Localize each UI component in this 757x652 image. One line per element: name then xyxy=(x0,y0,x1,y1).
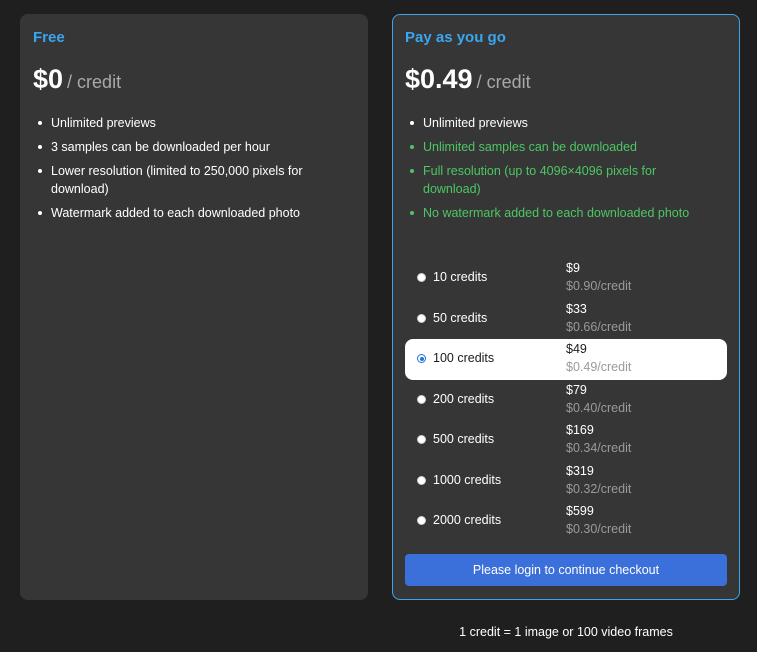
credit-option-price: $79 xyxy=(566,382,587,397)
credit-option-2000[interactable]: 2000 credits $599 $0.30/credit xyxy=(405,501,727,542)
free-feature-item: 3 samples can be downloaded per hour xyxy=(33,138,343,156)
radio-button[interactable] xyxy=(417,516,426,525)
payg-feature-list: Unlimited previews Unlimited samples can… xyxy=(405,114,715,228)
credit-option-per-credit: $0.34/credit xyxy=(566,441,632,455)
payg-price-unit: / credit xyxy=(476,72,531,92)
checkout-button[interactable]: Please login to continue checkout xyxy=(405,554,727,586)
credit-option-per-credit: $0.30/credit xyxy=(566,522,632,536)
credit-option-price: $9 xyxy=(566,261,580,275)
radio-button[interactable] xyxy=(417,313,426,323)
credit-option-per-credit: $0.32/credit xyxy=(566,481,632,496)
radio-button[interactable] xyxy=(417,435,426,444)
credit-option-label: 10 credits xyxy=(433,270,488,284)
free-price-amount: $0 xyxy=(33,64,64,94)
free-plan-card: Free $0/ credit Unlimited previews 3 sam… xyxy=(20,14,368,600)
credit-option-1000[interactable]: 1000 credits $319 $0.32/credit xyxy=(405,461,727,502)
radio-button[interactable] xyxy=(417,273,426,282)
credit-option-per-credit: $0.90/credit xyxy=(566,279,632,293)
credit-option-500[interactable]: 500 credits $169 $0.34/credit xyxy=(405,420,727,461)
free-feature-item: Lower resolution (limited to 250,000 pix… xyxy=(33,162,343,198)
free-price-unit: / credit xyxy=(67,72,122,92)
free-feature-item: Unlimited previews xyxy=(33,114,343,132)
credit-options: 10 credits $9 $0.90/credit 50 credits $3… xyxy=(405,258,727,542)
credit-option-100[interactable]: 100 credits $49 $0.49/credit xyxy=(405,339,727,380)
free-plan-title: Free xyxy=(33,29,65,46)
credit-option-label: 2000 credits xyxy=(433,513,502,527)
credit-option-price: $599 xyxy=(566,504,594,518)
credit-option-price: $33 xyxy=(566,301,587,316)
payg-feature-item: Unlimited samples can be downloaded xyxy=(405,138,715,156)
pricing-page: Free $0/ credit Unlimited previews 3 sam… xyxy=(0,0,757,652)
credit-option-50[interactable]: 50 credits $33 $0.66/credit xyxy=(405,299,727,340)
radio-button-checked[interactable] xyxy=(417,354,426,363)
radio-button[interactable] xyxy=(417,394,426,404)
credit-option-label: 100 credits xyxy=(433,351,495,365)
credit-option-label: 500 credits xyxy=(433,432,495,446)
free-feature-list: Unlimited previews 3 samples can be down… xyxy=(33,114,343,228)
credit-option-label: 50 credits xyxy=(433,310,488,325)
payg-price-row: $0.49/ credit xyxy=(405,64,531,95)
credit-footnote: 1 credit = 1 image or 100 video frames xyxy=(459,625,673,639)
credit-option-price: $319 xyxy=(566,463,594,478)
credit-option-200[interactable]: 200 credits $79 $0.40/credit xyxy=(405,380,727,421)
payg-feature-item: No watermark added to each downloaded ph… xyxy=(405,204,715,222)
credit-option-price: $49 xyxy=(566,342,587,356)
payg-feature-item: Unlimited previews xyxy=(405,114,715,132)
credit-option-per-credit: $0.66/credit xyxy=(566,319,632,334)
credit-option-per-credit: $0.40/credit xyxy=(566,400,632,415)
credit-option-per-credit: $0.49/credit xyxy=(566,360,632,374)
credit-option-label: 1000 credits xyxy=(433,472,502,487)
free-feature-item: Watermark added to each downloaded photo xyxy=(33,204,343,222)
credit-option-price: $169 xyxy=(566,423,594,437)
radio-button[interactable] xyxy=(417,475,426,485)
free-price-row: $0/ credit xyxy=(33,64,121,95)
payg-price-amount: $0.49 xyxy=(405,64,473,94)
credit-option-label: 200 credits xyxy=(433,391,495,406)
payg-plan-card: Pay as you go $0.49/ credit Unlimited pr… xyxy=(392,14,740,600)
payg-plan-title: Pay as you go xyxy=(405,29,506,46)
credit-option-10[interactable]: 10 credits $9 $0.90/credit xyxy=(405,258,727,299)
payg-feature-item: Full resolution (up to 4096×4096 pixels … xyxy=(405,162,715,198)
